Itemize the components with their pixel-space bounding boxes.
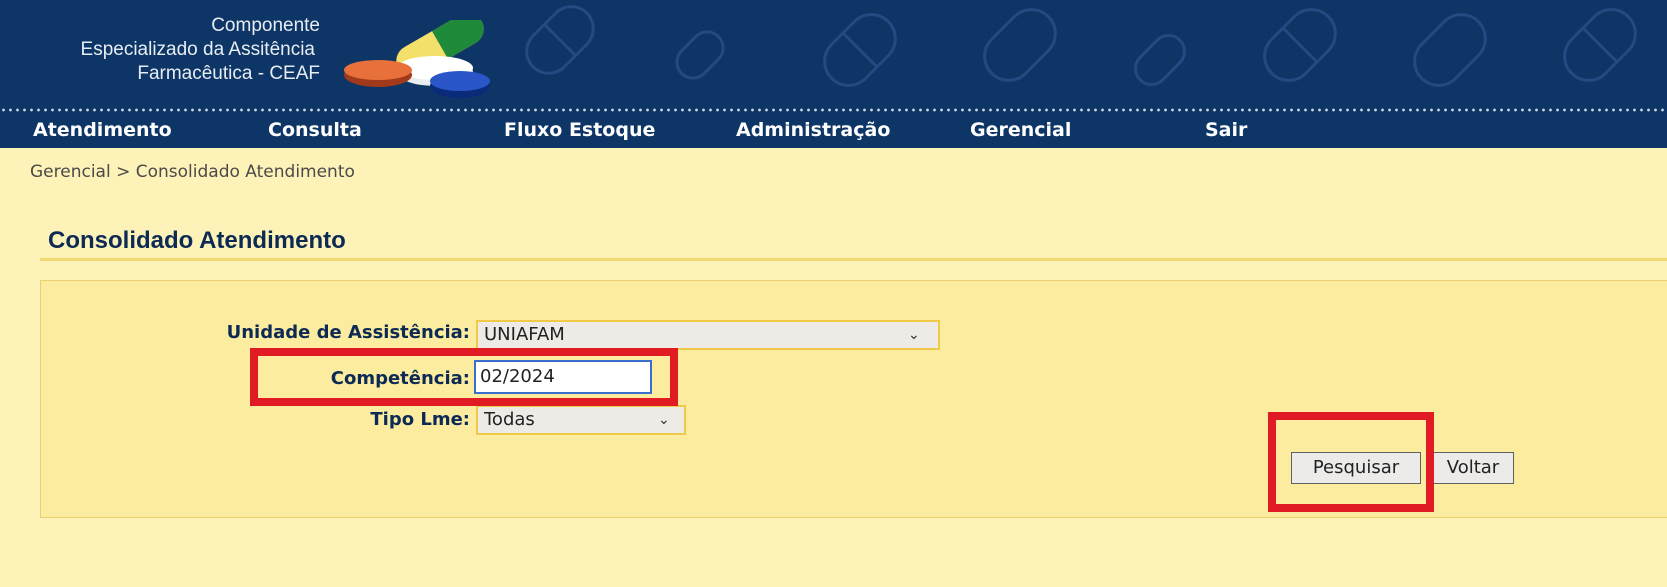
unidade-select[interactable]: UNIAFAM ⌄	[476, 320, 940, 350]
pesquisar-highlight-box	[1268, 412, 1434, 512]
breadcrumb: Gerencial > Consolidado Atendimento	[30, 162, 355, 182]
tipo-lme-select-value: Todas	[484, 409, 535, 430]
nav-sair[interactable]: Sair	[1205, 112, 1247, 148]
logo-line-2: Especializado da Assitência	[80, 39, 315, 60]
voltar-button[interactable]: Voltar	[1432, 452, 1514, 484]
tipo-lme-label: Tipo Lme:	[370, 409, 470, 430]
nav-administracao[interactable]: Administração	[736, 112, 890, 148]
logo-line-1: Componente	[211, 15, 320, 36]
main-nav: Atendimento Consulta Fluxo Estoque Admin…	[0, 112, 1667, 148]
competencia-highlight-box	[250, 348, 678, 406]
nav-atendimento[interactable]: Atendimento	[33, 112, 172, 148]
nav-consulta[interactable]: Consulta	[268, 112, 362, 148]
unidade-select-value: UNIAFAM	[484, 324, 565, 345]
tipo-lme-select[interactable]: Todas ⌄	[476, 405, 686, 435]
unidade-label: Unidade de Assistência:	[226, 322, 470, 343]
nav-fluxo-estoque[interactable]: Fluxo Estoque	[504, 112, 655, 148]
header-banner: Componente Especializado da Assitência F…	[0, 0, 1667, 112]
chevron-down-icon: ⌄	[908, 327, 920, 343]
pills-logo-icon	[344, 20, 490, 98]
title-underline	[40, 258, 1667, 261]
chevron-down-icon: ⌄	[658, 412, 670, 428]
page-title: Consolidado Atendimento	[48, 227, 346, 254]
nav-gerencial[interactable]: Gerencial	[970, 112, 1071, 148]
logo-line-3: Farmacêutica - CEAF	[137, 63, 320, 84]
ceaf-logo-text: Componente Especializado da Assitência F…	[0, 14, 340, 86]
